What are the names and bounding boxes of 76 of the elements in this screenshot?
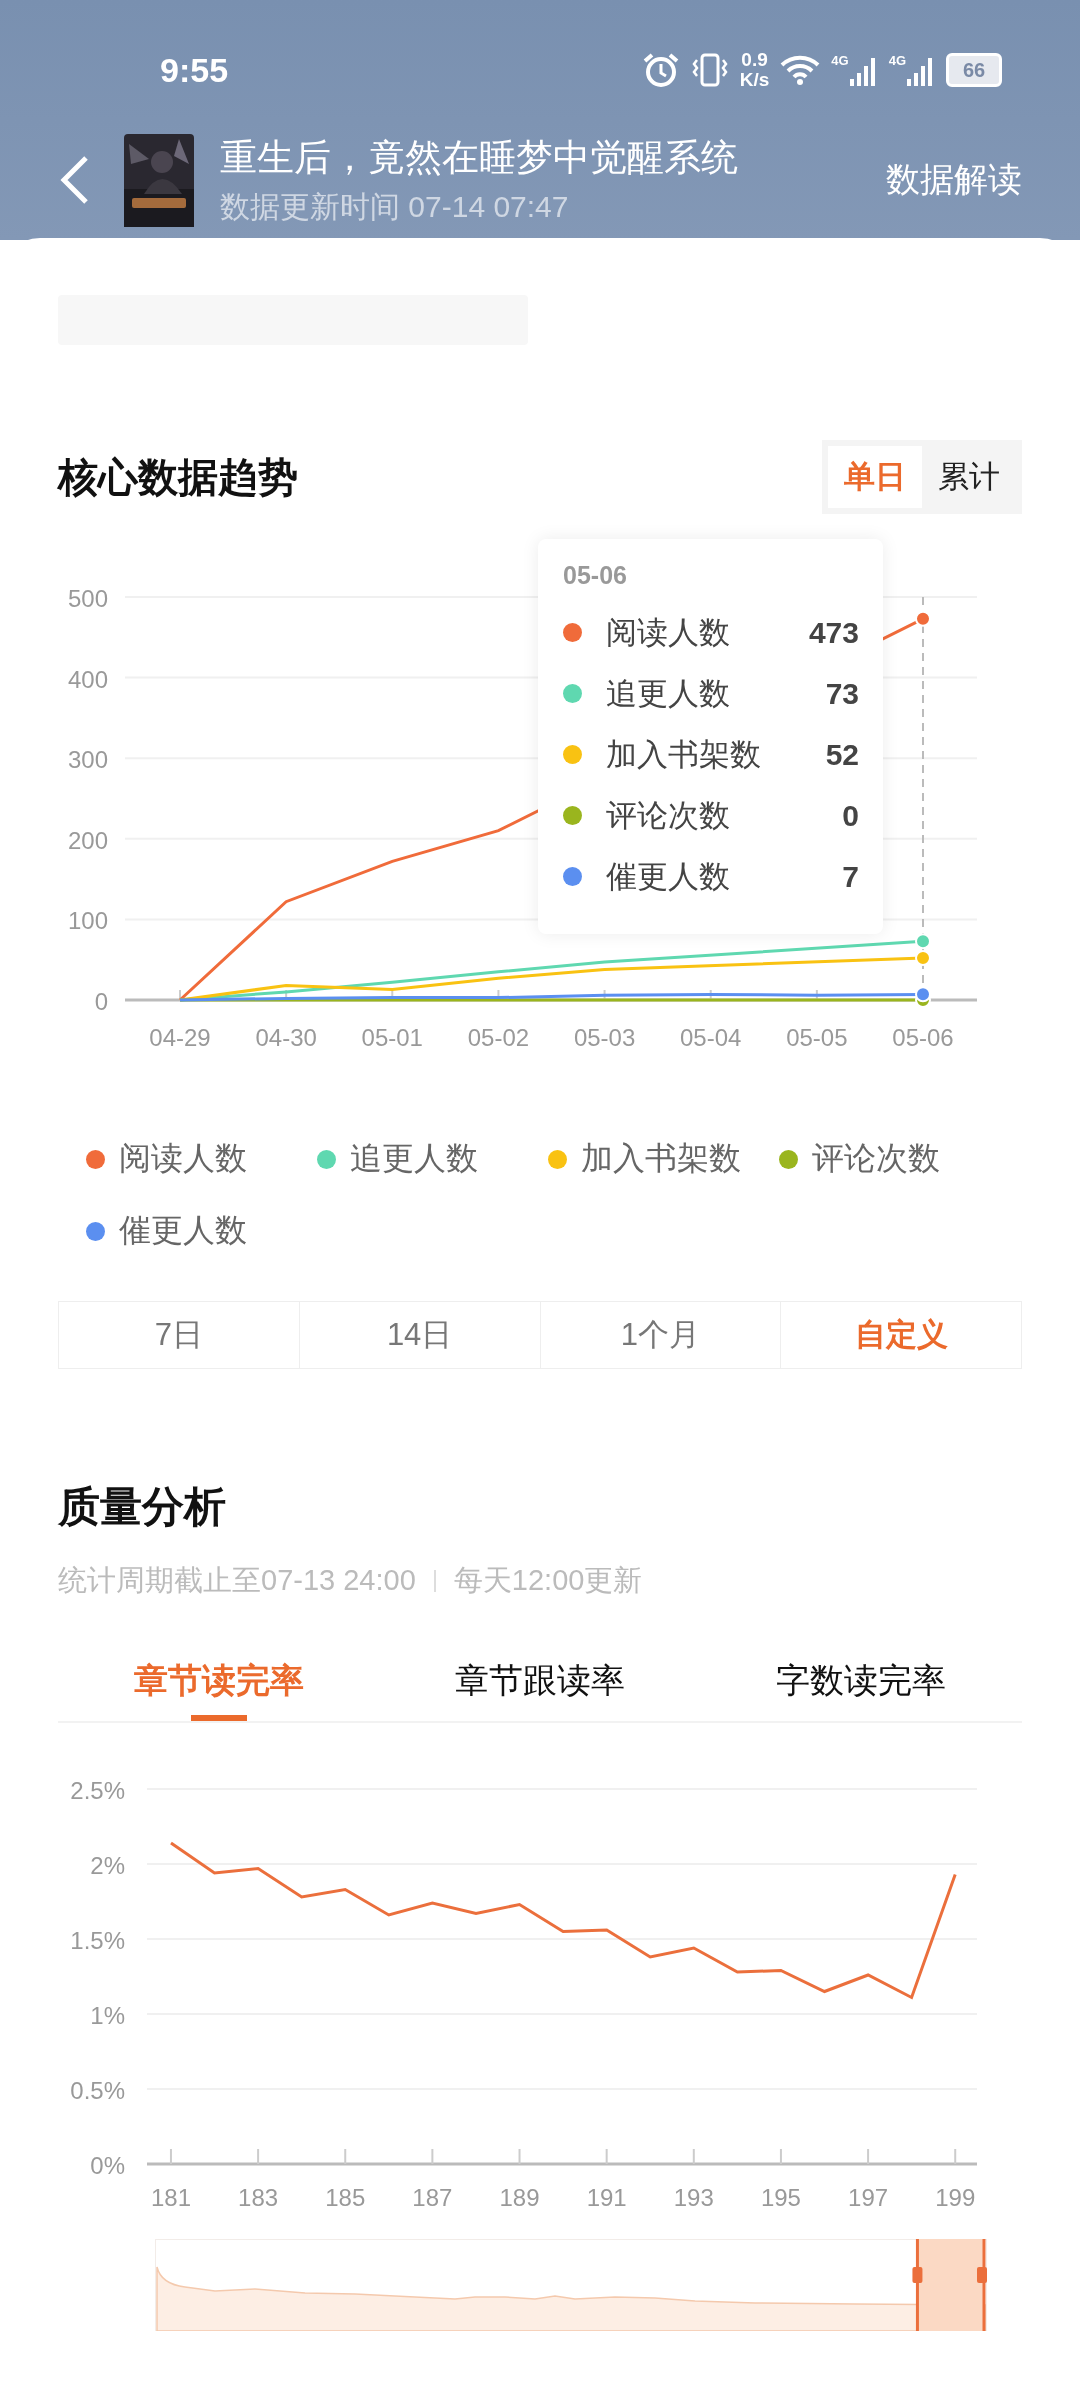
tooltip-label: 阅读人数 bbox=[606, 613, 730, 652]
tooltip-date: 05-06 bbox=[563, 561, 628, 590]
x-axis-label: 05-04 bbox=[680, 1024, 742, 1051]
legend-label[interactable]: 追更人数 bbox=[350, 1137, 478, 1181]
data-point bbox=[915, 950, 931, 967]
data-point bbox=[915, 933, 931, 950]
x-axis-label: 05-05 bbox=[786, 1024, 848, 1051]
slider-handle[interactable] bbox=[977, 2239, 987, 2331]
slider-window[interactable] bbox=[917, 2239, 984, 2331]
stat-period: 统计周期截止至07-13 24:00 bbox=[58, 1563, 416, 1598]
x-axis-label: 189 bbox=[499, 2184, 540, 2211]
tooltip-label: 追更人数 bbox=[606, 674, 730, 713]
section-title: 核心数据趋势 bbox=[58, 453, 298, 501]
legend-label[interactable]: 阅读人数 bbox=[119, 1137, 247, 1181]
y-axis-label: 500 bbox=[67, 585, 108, 612]
x-axis-label: 04-29 bbox=[149, 1024, 211, 1051]
legend-label[interactable]: 催更人数 bbox=[119, 1209, 247, 1253]
legend-dot bbox=[86, 1149, 105, 1169]
y-axis-label: 2.5% bbox=[70, 1777, 125, 1804]
update-note: 每天12:00更新 bbox=[453, 1563, 643, 1598]
x-axis-label: 181 bbox=[150, 2184, 191, 2211]
y-axis-label: 1% bbox=[90, 2002, 125, 2029]
data-analysis-link[interactable]: 数据解读 bbox=[886, 157, 1022, 203]
x-axis-label: 199 bbox=[935, 2184, 976, 2211]
x-axis-label: 195 bbox=[760, 2184, 801, 2211]
y-axis-label: 0 bbox=[94, 988, 108, 1015]
x-axis-label: 191 bbox=[586, 2184, 627, 2211]
x-axis-label: 05-06 bbox=[892, 1024, 954, 1051]
x-axis-label: 05-03 bbox=[573, 1024, 636, 1051]
update-time: 数据更新时间 07-14 07:47 bbox=[220, 188, 570, 225]
wifi-icon bbox=[779, 53, 822, 87]
book-title: 重生后，竟然在睡梦中觉醒系统 bbox=[220, 135, 738, 180]
tooltip-value: 52 bbox=[825, 737, 859, 772]
legend-dot bbox=[779, 1149, 798, 1169]
mode-tab[interactable]: 单日 bbox=[828, 446, 922, 508]
y-axis-label: 200 bbox=[67, 826, 108, 854]
x-axis-label: 197 bbox=[848, 2184, 889, 2211]
y-axis-label: 0.5% bbox=[70, 2077, 125, 2104]
x-axis-label: 185 bbox=[325, 2184, 366, 2211]
section-title: 质量分析 bbox=[58, 1482, 227, 1532]
net-speed-unit: K/s bbox=[739, 70, 770, 90]
x-axis-label: 05-02 bbox=[467, 1024, 530, 1051]
tooltip-value: 7 bbox=[842, 859, 859, 894]
range-slider[interactable] bbox=[155, 2239, 987, 2331]
net-speed-value: 0.9 bbox=[741, 50, 768, 70]
data-point bbox=[915, 986, 931, 1003]
battery-indicator: 66 bbox=[946, 53, 1002, 87]
legend-label[interactable]: 评论次数 bbox=[812, 1137, 940, 1181]
x-axis-label: 187 bbox=[412, 2184, 453, 2211]
x-axis-label: 193 bbox=[673, 2184, 714, 2211]
y-axis-label: 0% bbox=[90, 2152, 125, 2179]
legend-dot bbox=[548, 1149, 567, 1169]
data-point bbox=[915, 610, 931, 627]
network-type-label: 4G bbox=[888, 53, 906, 68]
y-axis-label: 300 bbox=[67, 746, 108, 774]
x-axis-label: 183 bbox=[238, 2184, 279, 2211]
slider-handle[interactable] bbox=[912, 2239, 923, 2331]
network-type-label: 4G bbox=[831, 53, 849, 68]
legend-label[interactable]: 加入书架数 bbox=[581, 1137, 741, 1181]
tooltip-label: 评论次数 bbox=[606, 796, 730, 835]
mode-tab[interactable]: 累计 bbox=[922, 446, 1016, 508]
tooltip-value: 0 bbox=[842, 798, 859, 833]
tooltip-value: 73 bbox=[825, 676, 859, 711]
tooltip-value: 473 bbox=[808, 615, 859, 650]
x-axis-label: 04-30 bbox=[255, 1024, 317, 1051]
x-axis-label: 05-01 bbox=[361, 1024, 423, 1051]
y-axis-label: 400 bbox=[67, 665, 108, 693]
y-axis-label: 1.5% bbox=[70, 1927, 125, 1954]
y-axis-label: 2% bbox=[90, 1852, 125, 1879]
tooltip-label: 加入书架数 bbox=[606, 735, 761, 774]
legend-dot bbox=[86, 1221, 105, 1241]
tooltip-label: 催更人数 bbox=[606, 857, 730, 896]
legend-dot bbox=[317, 1149, 336, 1169]
status-time: 9:55 bbox=[160, 50, 229, 90]
alarm-icon bbox=[641, 52, 680, 88]
y-axis-label: 100 bbox=[67, 907, 108, 935]
